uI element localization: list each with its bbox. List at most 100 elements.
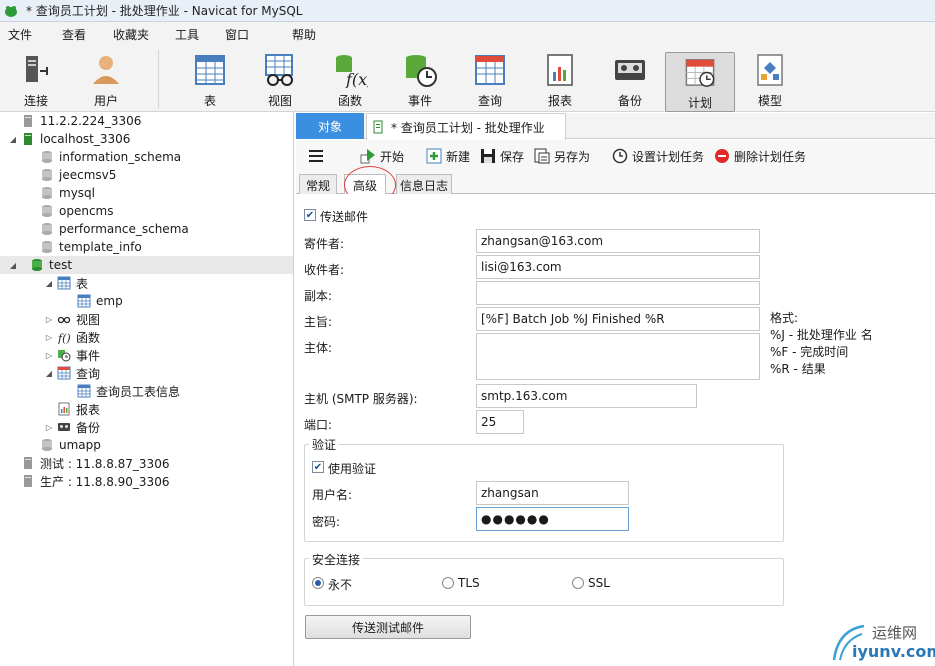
action-toolbar: 开始 新建 保存 另存为 设置计划任务 删除计划任务 xyxy=(296,140,935,172)
query-icon xyxy=(77,384,91,398)
backup-icon xyxy=(58,423,70,431)
security-tls-radio[interactable] xyxy=(442,577,454,589)
start-button[interactable]: 开始 xyxy=(360,147,404,165)
delete-schedule-task-button[interactable]: 删除计划任务 xyxy=(714,147,806,165)
tree-db-jeecmsv5[interactable]: jeecmsv5 xyxy=(27,166,116,184)
connection-icon xyxy=(26,56,48,82)
collapse-arrow-icon[interactable]: ▷ xyxy=(44,422,54,432)
body-label: 主体: xyxy=(304,341,333,355)
tab-advanced[interactable]: 高级 xyxy=(344,174,386,196)
security-groupbox xyxy=(304,558,784,606)
tree-tables[interactable]: ◢ 表 xyxy=(44,274,88,292)
event-button[interactable]: 事件 xyxy=(390,50,450,110)
database-icon xyxy=(42,187,52,199)
body-textarea[interactable] xyxy=(476,333,760,380)
subject-label: 主旨: xyxy=(304,315,333,329)
event-icon xyxy=(406,55,437,87)
tree-reports[interactable]: 报表 xyxy=(44,400,100,418)
subject-field[interactable]: [%F] Batch Job %J Finished %R xyxy=(476,307,760,331)
table-button[interactable]: 表 xyxy=(180,50,240,110)
save-as-button[interactable]: 另存为 xyxy=(534,147,590,165)
model-button[interactable]: 模型 xyxy=(740,50,800,110)
report-icon xyxy=(547,54,573,86)
security-never-radio[interactable] xyxy=(312,577,324,589)
database-icon xyxy=(42,241,52,253)
menu-favorites[interactable]: 收藏夹 xyxy=(105,26,167,43)
security-ssl-radio[interactable] xyxy=(572,577,584,589)
watermark-logo: 运维网 iyunv.com xyxy=(828,620,935,666)
clock-icon xyxy=(612,148,628,164)
new-button[interactable]: 新建 xyxy=(426,147,470,165)
tree-db-information-schema[interactable]: information_schema xyxy=(27,148,181,166)
navicat-logo-icon xyxy=(5,5,17,17)
view-button[interactable]: 视图 xyxy=(250,50,310,110)
svg-text:f(x): f(x) xyxy=(345,70,368,88)
collapse-arrow-icon[interactable]: ▷ xyxy=(44,350,54,360)
function-button[interactable]: f(x) 函数 xyxy=(320,50,380,110)
tree-backups[interactable]: ▷ 备份 xyxy=(44,418,100,436)
use-auth-checkbox[interactable]: ✔ xyxy=(312,461,324,473)
tree-db-test[interactable]: ◢ test xyxy=(0,256,293,274)
menu-bar: 文件 查看 收藏夹 工具 窗口 帮助 xyxy=(0,22,935,46)
security-tls-label: TLS xyxy=(458,576,480,590)
report-button[interactable]: 报表 xyxy=(530,50,590,110)
cc-field[interactable] xyxy=(476,281,760,305)
send-mail-checkbox[interactable]: ✔ xyxy=(304,209,316,221)
tree-queries[interactable]: ◢ 查询 xyxy=(44,364,100,382)
tab-log[interactable]: 信息日志 xyxy=(396,174,452,195)
tab-objects[interactable]: 对象 xyxy=(296,113,364,139)
menu-toggle-button[interactable] xyxy=(308,147,328,165)
menu-view[interactable]: 查看 xyxy=(54,26,104,43)
send-test-mail-button[interactable]: 传送测试邮件 xyxy=(305,615,471,639)
tree-db-template-info[interactable]: template_info xyxy=(27,238,142,256)
function-icon: f(x) xyxy=(336,55,368,88)
recipient-field[interactable]: lisi@163.com xyxy=(476,255,760,279)
tree-db-performance-schema[interactable]: performance_schema xyxy=(27,220,189,238)
schedule-button[interactable]: 计划 xyxy=(665,52,735,112)
tree-db-mysql[interactable]: mysql xyxy=(27,184,95,202)
tree-connection-3[interactable]: 测试 : 11.8.8.87_3306 xyxy=(8,454,169,472)
sender-field[interactable]: zhangsan@163.com xyxy=(476,229,760,253)
start-icon xyxy=(360,149,375,164)
expand-arrow-icon[interactable]: ◢ xyxy=(8,134,18,144)
set-schedule-task-button[interactable]: 设置计划任务 xyxy=(612,147,704,165)
expand-arrow-icon[interactable]: ◢ xyxy=(44,368,54,378)
menu-help[interactable]: 帮助 xyxy=(284,26,334,43)
menu-window[interactable]: 窗口 xyxy=(217,26,267,43)
tab-batch-job[interactable]: * 查询员工计划 - 批处理作业 xyxy=(366,113,566,140)
toolbar-separator xyxy=(158,50,159,108)
connect-button[interactable]: 连接 xyxy=(6,50,66,110)
username-field[interactable]: zhangsan xyxy=(476,481,629,505)
password-field[interactable]: ●●●●●● xyxy=(476,507,629,531)
user-icon xyxy=(93,56,119,84)
tree-connection-2[interactable]: ◢ localhost_3306 xyxy=(8,130,130,148)
database-icon xyxy=(42,169,52,181)
collapse-arrow-icon[interactable]: ▷ xyxy=(44,332,54,342)
tree-table-emp[interactable]: emp xyxy=(64,292,123,310)
backup-button[interactable]: 备份 xyxy=(600,50,660,110)
svg-text:f(): f() xyxy=(57,332,71,344)
user-button[interactable]: 用户 xyxy=(76,50,136,110)
tree-db-umapp[interactable]: umapp xyxy=(27,436,101,454)
expand-arrow-icon[interactable]: ◢ xyxy=(44,278,54,288)
tree-query-item[interactable]: 查询员工表信息 xyxy=(64,382,180,400)
new-icon xyxy=(426,148,442,164)
smtp-host-field[interactable]: smtp.163.com xyxy=(476,384,697,408)
tree-connection-1[interactable]: 11.2.2.224_3306 xyxy=(8,112,141,130)
tree-views[interactable]: ▷ 视图 xyxy=(44,310,100,328)
expand-arrow-icon[interactable]: ◢ xyxy=(8,260,18,270)
query-button[interactable]: 查询 xyxy=(460,50,520,110)
menu-file[interactable]: 文件 xyxy=(0,26,47,43)
tree-db-opencms[interactable]: opencms xyxy=(27,202,114,220)
save-button[interactable]: 保存 xyxy=(480,147,524,165)
port-field[interactable]: 25 xyxy=(476,410,524,434)
tab-general[interactable]: 常规 xyxy=(299,174,337,195)
model-icon xyxy=(757,54,783,86)
collapse-arrow-icon[interactable]: ▷ xyxy=(44,314,54,324)
menu-tools[interactable]: 工具 xyxy=(167,26,217,43)
tree-functions[interactable]: ▷ f() 函数 xyxy=(44,328,100,346)
tree-connection-4[interactable]: 生产 : 11.8.8.90_3306 xyxy=(8,472,169,490)
format-f-hint: %F - 完成时间 xyxy=(770,345,849,359)
port-label: 端口: xyxy=(304,418,333,432)
tree-events[interactable]: ▷ 事件 xyxy=(44,346,100,364)
